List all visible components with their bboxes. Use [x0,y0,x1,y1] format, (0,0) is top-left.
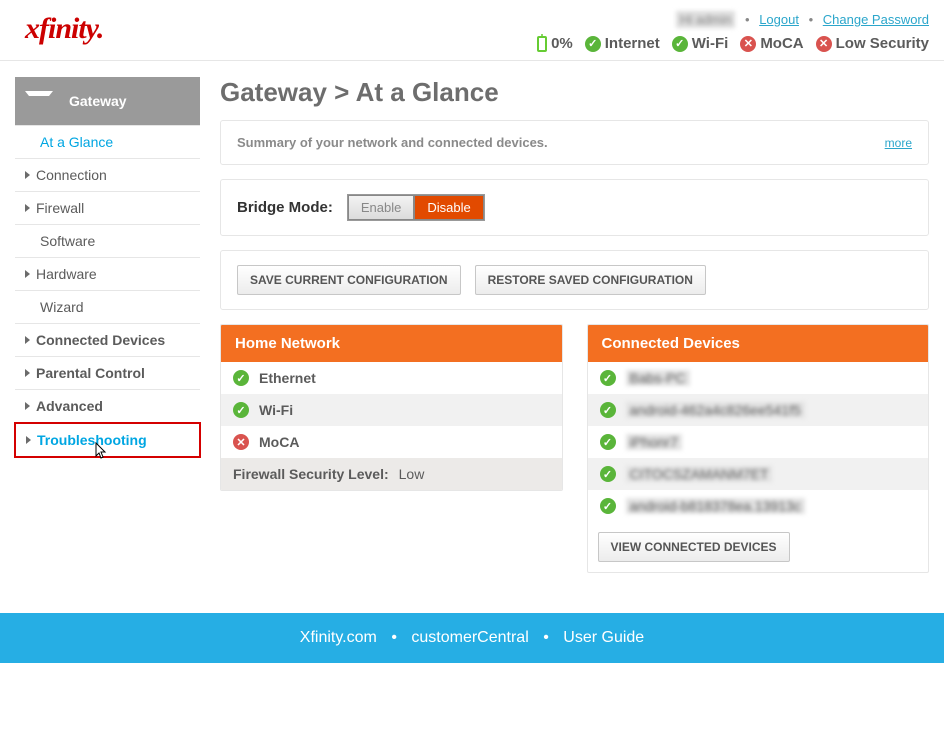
battery-status: 0% [537,35,573,52]
x-icon: ✕ [816,36,832,52]
enable-button[interactable]: Enable [348,195,414,220]
sidebar-item-troubleshooting[interactable]: Troubleshooting [14,422,201,458]
more-link[interactable]: more [885,136,912,150]
sidebar-item-hardware[interactable]: Hardware [15,258,200,291]
device-row: ✓android-b818378ea.13913c [588,490,929,522]
check-icon: ✓ [600,466,616,482]
page-footer: Xfinity.com • customerCentral • User Gui… [0,613,944,663]
caret-right-icon [25,204,30,212]
bridge-mode-toggle: Enable Disable [347,194,485,221]
footer-link-customercentral[interactable]: customerCentral [411,629,528,646]
caret-right-icon [25,369,30,377]
check-icon: ✓ [600,370,616,386]
device-row: ✓CITOCSZAMANM7ET [588,458,929,490]
x-icon: ✕ [740,36,756,52]
bridge-mode-panel: Bridge Mode: Enable Disable [220,179,929,236]
hn-row-wifi: ✓Wi-Fi [221,394,562,426]
check-icon: ✓ [233,402,249,418]
check-icon: ✓ [233,370,249,386]
header-right: Hi admin • Logout • Change Password 0% ✓… [537,12,929,52]
check-icon: ✓ [600,498,616,514]
check-icon: ✓ [600,402,616,418]
sidebar-item-at-a-glance[interactable]: At a Glance [15,126,200,159]
save-config-button[interactable]: SAVE CURRENT CONFIGURATION [237,265,461,295]
disable-button[interactable]: Disable [414,195,483,220]
hn-row-moca: ✕MoCA [221,426,562,458]
home-network-card: Home Network ✓Ethernet ✓Wi-Fi ✕MoCA Fire… [220,324,563,491]
restore-config-button[interactable]: RESTORE SAVED CONFIGURATION [475,265,706,295]
device-row: ✓iPhonr7 [588,426,929,458]
sidebar-item-advanced[interactable]: Advanced [15,390,200,423]
sidebar-item-software[interactable]: Software [15,225,200,258]
status-moca: ✕MoCA [740,35,803,52]
caret-right-icon [25,270,30,278]
caret-right-icon [25,402,30,410]
hn-row-firewall: Firewall Security Level: Low [221,458,562,490]
change-password-link[interactable]: Change Password [823,12,929,27]
sidebar-item-connection[interactable]: Connection [15,159,200,192]
view-connected-devices-button[interactable]: VIEW CONNECTED DEVICES [598,532,790,562]
check-icon: ✓ [672,36,688,52]
sidebar-item-connected-devices[interactable]: Connected Devices [15,324,200,357]
sidebar-item-firewall[interactable]: Firewall [15,192,200,225]
connected-devices-header: Connected Devices [588,325,929,362]
config-panel: SAVE CURRENT CONFIGURATION RESTORE SAVED… [220,250,929,310]
bridge-mode-label: Bridge Mode: [237,199,333,216]
check-icon: ✓ [585,36,601,52]
top-links: Hi admin • Logout • Change Password [676,12,929,27]
device-row: ✓android-462a4c826ee541f5 [588,394,929,426]
cursor-icon [92,442,108,462]
main-content: Gateway > At a Glance Summary of your ne… [220,77,929,573]
footer-link-xfinity[interactable]: Xfinity.com [300,629,377,646]
sidebar-header-gateway[interactable]: Gateway [15,77,200,126]
hn-row-ethernet: ✓Ethernet [221,362,562,394]
caret-right-icon [26,436,31,444]
x-icon: ✕ [233,434,249,450]
status-internet: ✓Internet [585,35,660,52]
connected-devices-card: Connected Devices ✓Babs-PC ✓android-462a… [587,324,930,573]
sidebar: Gateway At a Glance Connection Firewall … [15,77,200,457]
greeting: Hi admin [676,11,735,28]
device-row: ✓Babs-PC [588,362,929,394]
caret-down-icon [25,91,53,112]
logo: xfinity. [15,12,103,46]
status-bar: 0% ✓Internet ✓Wi-Fi ✕MoCA ✕Low Security [537,35,929,52]
page-header: xfinity. Hi admin • Logout • Change Pass… [0,0,944,61]
status-security: ✕Low Security [816,35,929,52]
page-title: Gateway > At a Glance [220,77,929,108]
sidebar-item-wizard[interactable]: Wizard [15,291,200,324]
status-wifi: ✓Wi-Fi [672,35,729,52]
battery-icon [537,36,547,52]
footer-link-userguide[interactable]: User Guide [563,629,644,646]
summary-text: Summary of your network and connected de… [237,135,548,150]
sidebar-item-parental-control[interactable]: Parental Control [15,357,200,390]
summary-panel: Summary of your network and connected de… [220,120,929,165]
logout-link[interactable]: Logout [759,12,799,27]
check-icon: ✓ [600,434,616,450]
caret-right-icon [25,336,30,344]
caret-right-icon [25,171,30,179]
home-network-header: Home Network [221,325,562,362]
battery-pct: 0% [551,35,573,52]
